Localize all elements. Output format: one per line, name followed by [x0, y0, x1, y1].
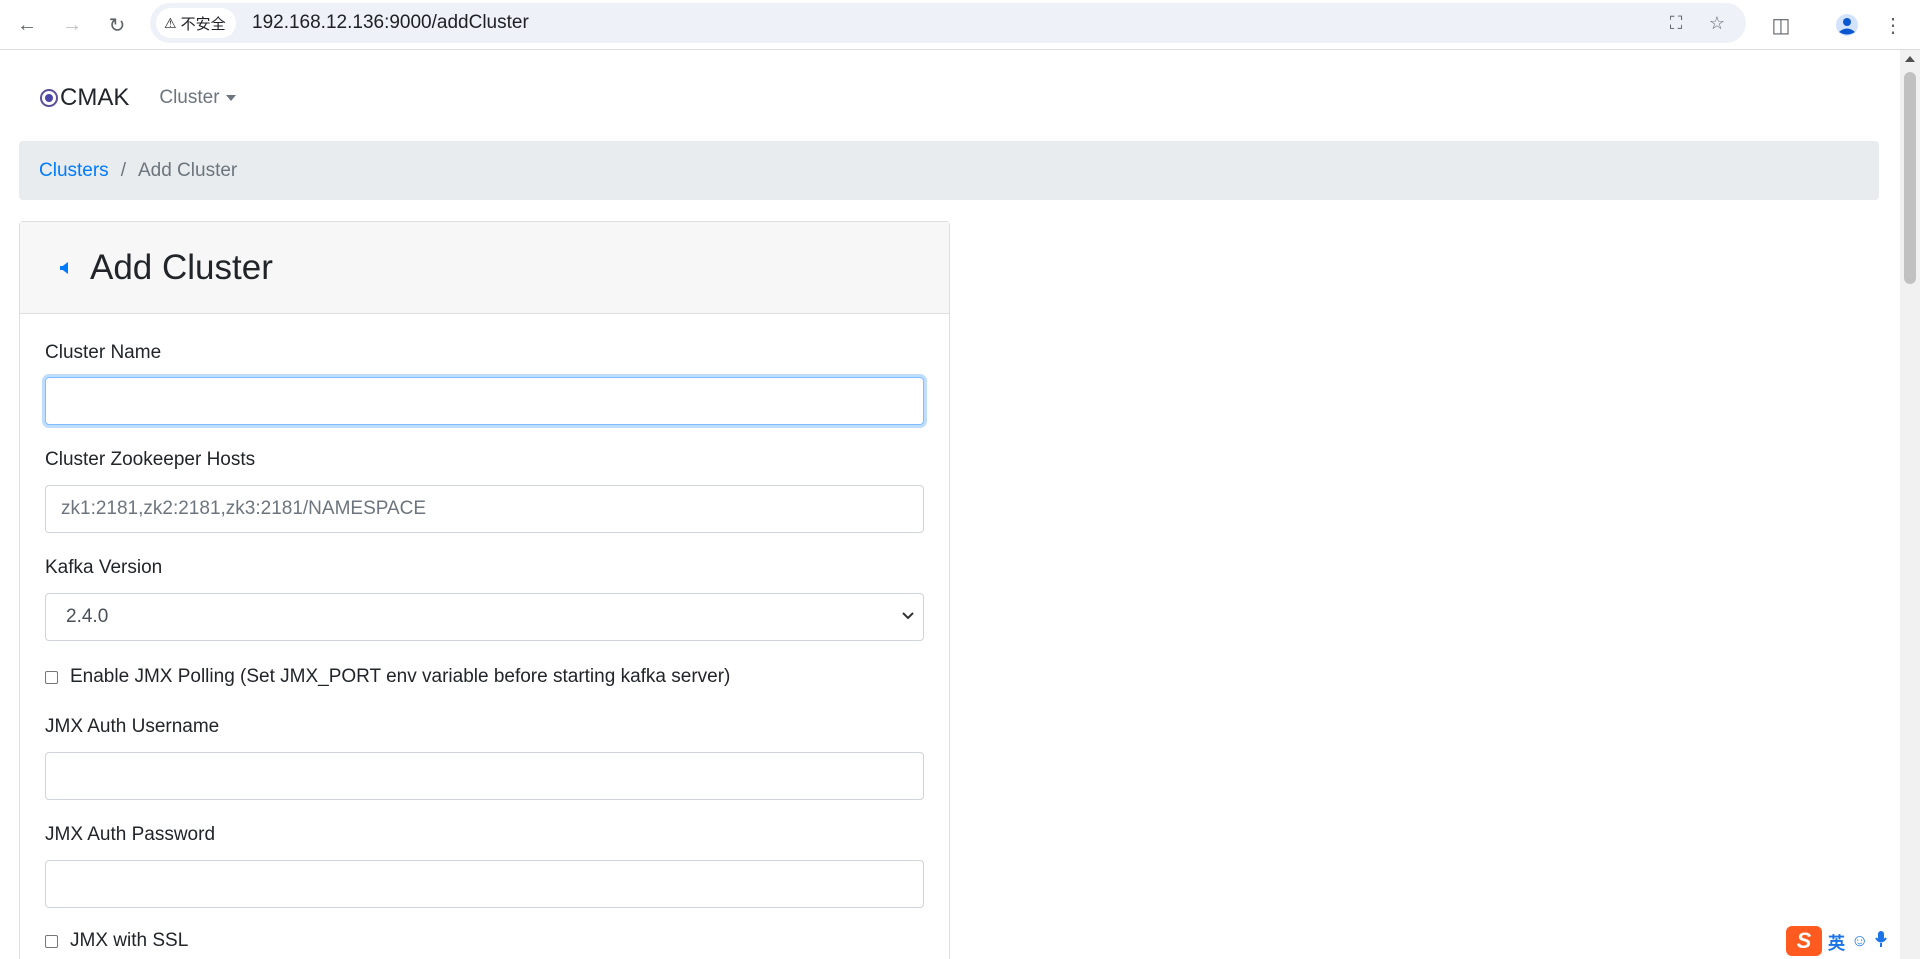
extensions-icon[interactable]: ◫ — [1764, 8, 1798, 42]
profile-avatar-icon[interactable] — [1830, 8, 1864, 42]
jmx-username-label: JMX Auth Username — [45, 716, 220, 737]
sogou-logo-icon[interactable]: S — [1786, 926, 1822, 956]
jmx-ssl-row: JMX with SSL — [45, 930, 188, 952]
security-label: 不安全 — [180, 15, 226, 33]
jmx-ssl-checkbox[interactable] — [45, 934, 58, 948]
jmx-username-input[interactable] — [45, 752, 924, 800]
breadcrumb: Clusters / Add Cluster — [19, 141, 1879, 200]
back-arrow-icon[interactable]: ← — [10, 8, 44, 42]
cluster-dropdown-label: Cluster — [159, 87, 220, 108]
breadcrumb-clusters-link[interactable]: Clusters — [39, 160, 109, 182]
menu-kebab-icon[interactable]: ⋮ — [1876, 8, 1910, 42]
caret-down-icon — [225, 95, 236, 101]
kafka-version-select[interactable]: 2.4.0 — [45, 593, 924, 641]
security-chip[interactable]: ⚠ 不安全 — [156, 8, 236, 38]
brand[interactable]: CMAK — [40, 84, 129, 112]
kafka-version-selected: 2.4.0 — [66, 606, 109, 627]
ime-toolbar: S 英 ☺ — [1786, 926, 1888, 956]
scroll-thumb[interactable] — [1904, 72, 1916, 284]
jmx-polling-label: Enable JMX Polling (Set JMX_PORT env var… — [70, 666, 731, 687]
ime-mode[interactable]: 英 — [1828, 929, 1845, 954]
breadcrumb-separator: / — [120, 159, 126, 181]
url-text[interactable]: 192.168.12.136:9000/addCluster — [252, 3, 529, 43]
scroll-up-arrow-icon[interactable] — [1905, 56, 1915, 62]
zookeeper-hosts-input[interactable] — [45, 485, 924, 533]
card-header: Add Cluster — [20, 222, 949, 314]
zookeeper-hosts-label: Cluster Zookeeper Hosts — [45, 449, 256, 470]
add-cluster-card: Add Cluster Cluster Name Cluster Zookeep… — [19, 221, 950, 959]
jmx-polling-checkbox[interactable] — [45, 670, 58, 684]
cmak-logo-icon — [40, 89, 58, 107]
cluster-name-input[interactable] — [45, 377, 924, 425]
page-title: Add Cluster — [90, 247, 273, 287]
jmx-password-input[interactable] — [45, 860, 924, 908]
cluster-dropdown[interactable]: Cluster — [159, 87, 236, 109]
brand-name: CMAK — [60, 84, 130, 111]
microphone-icon[interactable] — [1874, 930, 1888, 953]
breadcrumb-current: Add Cluster — [137, 159, 238, 181]
jmx-password-label: JMX Auth Password — [45, 824, 216, 845]
cluster-name-label: Cluster Name — [45, 342, 162, 363]
jmx-ssl-label: JMX with SSL — [70, 930, 189, 951]
translate-icon[interactable]: ⛶ — [1664, 11, 1688, 35]
page-content: CMAK Cluster Clusters / Add Cluster Add … — [0, 50, 1900, 959]
jmx-polling-row: Enable JMX Polling (Set JMX_PORT env var… — [45, 666, 730, 688]
kafka-version-label: Kafka Version — [45, 557, 163, 578]
forward-arrow-icon[interactable]: → — [55, 8, 89, 42]
browser-toolbar: ← → ↻ ⚠ 不安全 192.168.12.136:9000/addClust… — [0, 0, 1920, 50]
emoji-icon[interactable]: ☺ — [1851, 931, 1868, 951]
warning-icon: ⚠ — [164, 14, 177, 31]
page-scrollbar[interactable] — [1900, 50, 1920, 959]
back-arrow-icon[interactable] — [60, 261, 68, 274]
bookmark-star-icon[interactable]: ☆ — [1705, 11, 1729, 35]
reload-icon[interactable]: ↻ — [100, 8, 134, 42]
chevron-down-icon — [901, 608, 915, 622]
address-bar[interactable]: ⚠ 不安全 192.168.12.136:9000/addCluster ⛶ ☆ — [150, 3, 1746, 43]
top-navbar: CMAK Cluster — [40, 82, 236, 114]
